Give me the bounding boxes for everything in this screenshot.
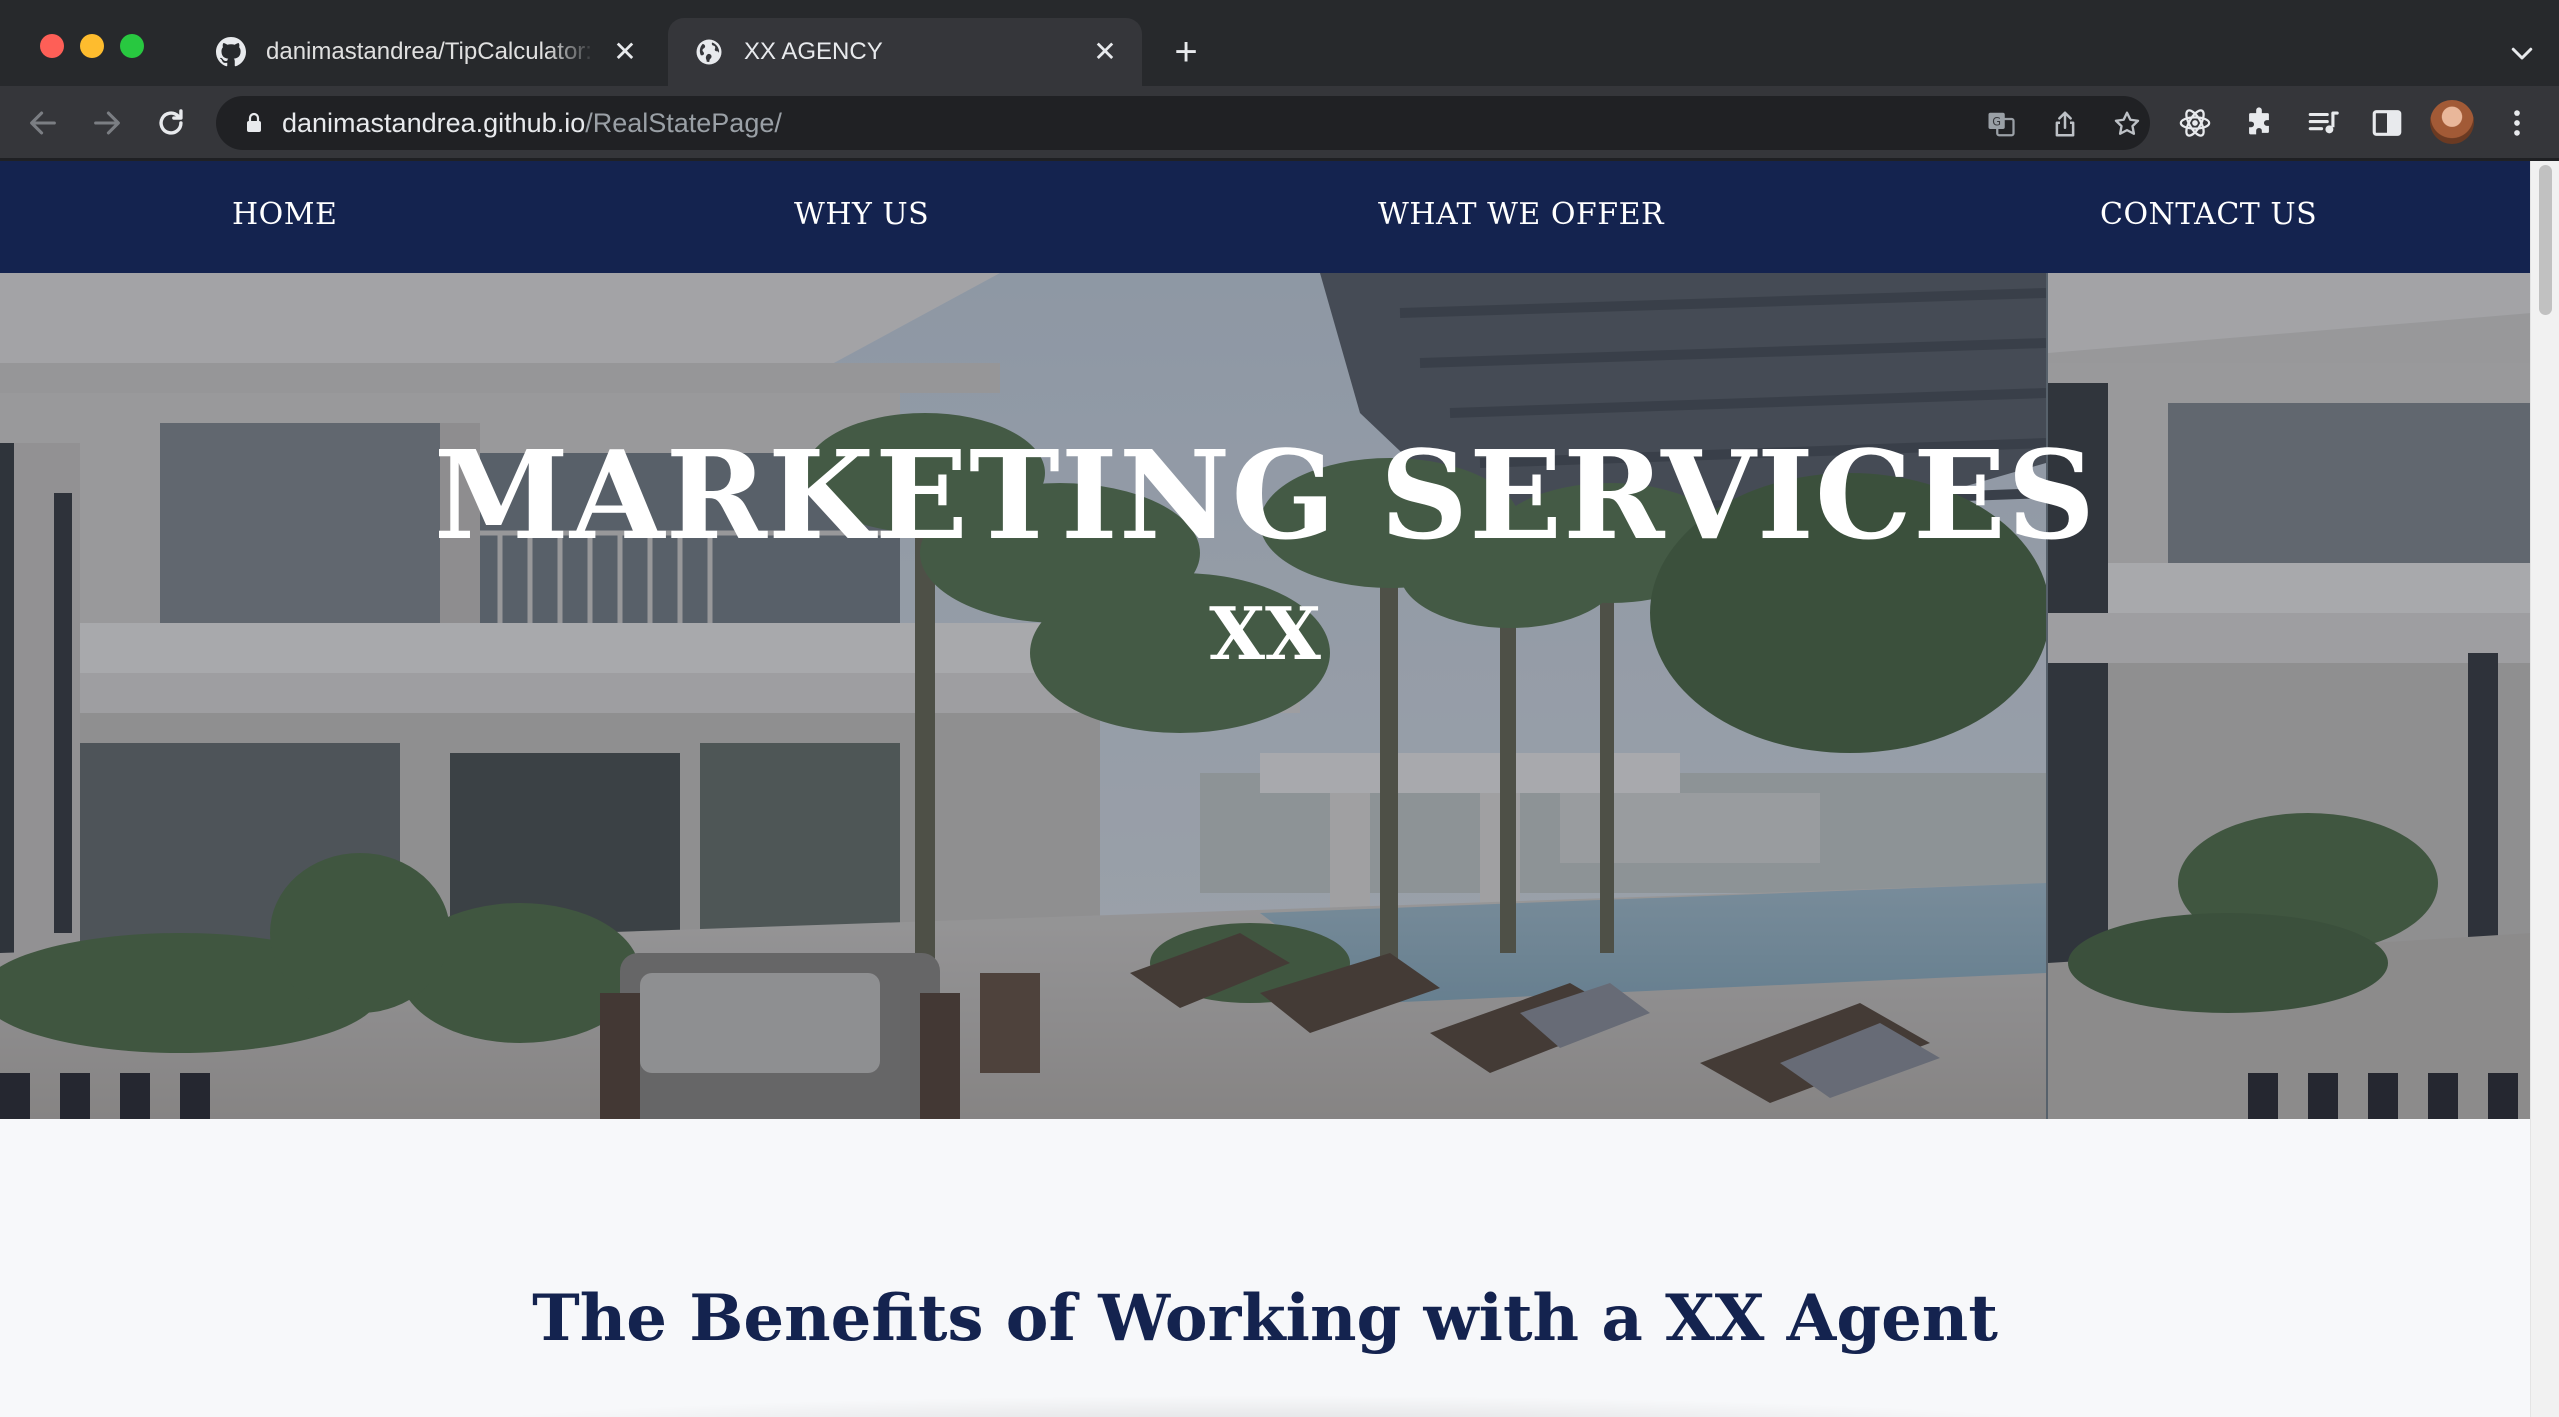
- new-tab-button[interactable]: +: [1166, 32, 1206, 74]
- url-path: /RealStatePage/: [585, 108, 782, 138]
- scrollbar-thumb[interactable]: [2539, 165, 2552, 315]
- close-tab-icon[interactable]: ✕: [1090, 37, 1120, 67]
- tab-github[interactable]: danimastandrea/TipCalculator: ✕: [190, 18, 662, 86]
- nav-link-contact-us[interactable]: CONTACT US: [2100, 197, 2317, 232]
- tab-strip: danimastandrea/TipCalculator: ✕ XX AGENC…: [0, 0, 2559, 86]
- hero-subtitle: XX: [1209, 591, 1321, 676]
- github-icon: [216, 37, 246, 67]
- zoom-window-button[interactable]: [120, 34, 144, 58]
- media-queue-icon[interactable]: [2306, 106, 2340, 140]
- globe-icon: [696, 39, 722, 65]
- browser-toolbar: danimastandrea.github.io/RealStatePage/ …: [0, 86, 2559, 160]
- hero-dark-overlay: [0, 273, 2530, 1119]
- url-host: danimastandrea.github.io: [282, 108, 586, 138]
- url-text[interactable]: danimastandrea.github.io/RealStatePage/: [282, 108, 782, 139]
- minimize-window-button[interactable]: [80, 34, 104, 58]
- tab-title: XX AGENCY: [744, 38, 883, 65]
- back-arrow-icon[interactable]: [26, 106, 60, 140]
- nav-link-what-we-offer[interactable]: WHAT WE OFFER: [1378, 197, 1664, 232]
- tab-xx-agency[interactable]: XX AGENCY ✕: [668, 18, 1142, 86]
- hero-title: MARKETING SERVICES: [433, 423, 2097, 567]
- side-panel-icon[interactable]: [2370, 106, 2404, 140]
- page-viewport: HOME WHY US WHAT WE OFFER CONTACT US MAR…: [0, 161, 2530, 1417]
- translate-icon[interactable]: G: [1986, 109, 2016, 139]
- chevron-down-icon[interactable]: [2507, 38, 2537, 68]
- share-icon[interactable]: [2050, 109, 2080, 139]
- nav-link-home[interactable]: HOME: [232, 197, 337, 232]
- browser-window: danimastandrea/TipCalculator: ✕ XX AGENC…: [0, 0, 2559, 1417]
- close-tab-icon[interactable]: ✕: [610, 37, 640, 67]
- svg-text:G: G: [1992, 115, 2001, 128]
- page-scrollbar[interactable]: [2530, 161, 2559, 1417]
- close-window-button[interactable]: [40, 34, 64, 58]
- site-navbar: HOME WHY US WHAT WE OFFER CONTACT US: [0, 161, 2530, 273]
- reload-icon[interactable]: [154, 106, 188, 140]
- react-devtools-icon[interactable]: [2178, 106, 2212, 140]
- address-bar[interactable]: danimastandrea.github.io/RealStatePage/ …: [216, 96, 2150, 150]
- card-shadow: [380, 1395, 2150, 1417]
- nav-link-why-us[interactable]: WHY US: [794, 197, 929, 232]
- section-heading: The Benefits of Working with a XX Agent: [532, 1281, 1998, 1356]
- profile-avatar[interactable]: [2430, 100, 2474, 144]
- forward-arrow-icon[interactable]: [90, 106, 124, 140]
- extensions-puzzle-icon[interactable]: [2242, 106, 2276, 140]
- hero-section: MARKETING SERVICES XX: [0, 273, 2530, 1119]
- lock-icon[interactable]: [242, 111, 266, 135]
- bookmark-star-icon[interactable]: [2112, 109, 2142, 139]
- tab-title: danimastandrea/TipCalculator:: [266, 38, 592, 65]
- more-menu-icon[interactable]: [2500, 106, 2534, 140]
